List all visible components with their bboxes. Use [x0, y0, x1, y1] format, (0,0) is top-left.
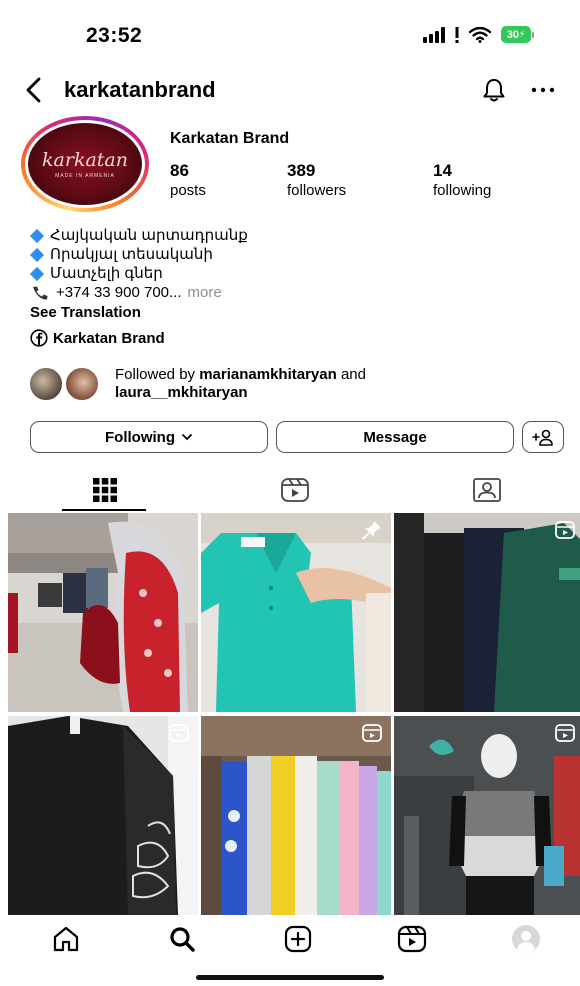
follower-avatar — [28, 366, 64, 402]
following-stat[interactable]: 14 following — [433, 161, 491, 199]
tab-tagged[interactable] — [390, 468, 580, 512]
status-time: 23:52 — [86, 24, 143, 47]
phone-number[interactable]: +374 33 900 700... — [56, 283, 182, 302]
tab-posts-grid[interactable] — [8, 468, 201, 512]
followers-stat[interactable]: 389 followers — [287, 161, 346, 199]
reel-icon — [169, 724, 189, 742]
reel-icon — [362, 724, 382, 742]
status-bar: 23:52 30 ⚡ — [0, 0, 580, 70]
post-thumbnail-santa-costume[interactable] — [8, 513, 198, 712]
following-label: following — [433, 182, 492, 199]
chevron-down-icon — [182, 434, 192, 441]
reel-icon — [555, 724, 575, 742]
posts-grid — [8, 513, 580, 915]
bottom-navigation — [0, 913, 580, 963]
follower-avatar — [64, 366, 100, 402]
display-name: Karkatan Brand — [170, 130, 290, 147]
battery-level: 30 — [506, 28, 519, 41]
blue-diamond-icon — [29, 266, 45, 281]
bio-line-text: Որակյալ տեսականի — [50, 246, 213, 263]
brand-logo: karkatan MADE IN ARMENIA — [28, 123, 142, 205]
profile-header: karkatanbrand — [0, 70, 580, 110]
bio-line: Որակյալ տեսականի — [29, 245, 248, 264]
active-tab-indicator — [62, 509, 146, 511]
facebook-link-label: Karkatan Brand — [53, 329, 165, 347]
blue-diamond-icon — [29, 247, 45, 262]
reel-icon — [555, 521, 575, 539]
wifi-icon — [469, 26, 491, 43]
following-button[interactable]: Following — [30, 421, 268, 453]
facebook-profile-link[interactable]: Karkatan Brand — [30, 329, 165, 347]
following-button-label: Following — [105, 428, 175, 446]
profile-avatar[interactable]: karkatan MADE IN ARMENIA — [21, 116, 149, 212]
suggested-users-button[interactable] — [522, 421, 564, 453]
tab-reels[interactable] — [198, 468, 391, 512]
blue-diamond-icon — [29, 228, 45, 243]
grid-icon — [92, 478, 117, 502]
more-options-icon[interactable] — [530, 76, 556, 104]
post-thumbnail-colorful-hoodies[interactable] — [201, 716, 391, 915]
see-translation-link[interactable]: See Translation — [30, 303, 248, 322]
facebook-icon — [30, 329, 48, 347]
add-person-icon — [532, 429, 553, 446]
reels-icon — [280, 478, 309, 502]
home-indicator[interactable] — [196, 975, 384, 980]
profile-tabs — [0, 468, 580, 512]
followers-label: followers — [287, 182, 347, 199]
follower-username: laura__mkhitaryan — [115, 384, 248, 401]
followed-by-section[interactable]: Followed by marianamkhitaryan and laura_… — [28, 364, 448, 404]
post-thumbnail-black-sweater[interactable] — [8, 716, 198, 915]
bio-more-link[interactable]: more — [188, 283, 222, 302]
exclamation-icon — [455, 26, 459, 43]
avatar-tagline: MADE IN ARMENIA — [55, 173, 115, 179]
followers-count: 389 — [287, 161, 316, 180]
message-button[interactable]: Message — [276, 421, 514, 453]
pin-icon — [362, 521, 381, 540]
bio-line-text: Մատչելի գներ — [50, 265, 163, 282]
bio-line: Մատչելի գներ — [29, 264, 248, 283]
bio-line: Հայկական արտադրանք — [29, 226, 248, 245]
search-icon[interactable] — [166, 923, 198, 955]
post-thumbnail-teal-polo[interactable] — [201, 513, 391, 712]
header-username: karkatanbrand — [64, 77, 216, 102]
followed-by-text: Followed by marianamkhitaryan and laura_… — [115, 366, 366, 401]
status-icons: 30 ⚡ — [423, 26, 534, 43]
post-thumbnail-dark-sweatshirts[interactable] — [394, 513, 580, 712]
battery-icon: 30 ⚡ — [501, 26, 534, 43]
follower-username: marianamkhitaryan — [199, 366, 337, 383]
bio-phone-line: +374 33 900 700... more — [30, 283, 248, 302]
bell-icon[interactable] — [480, 76, 508, 104]
following-count: 14 — [433, 161, 452, 180]
bio-line-text: Հայկական արտադրանք — [50, 227, 248, 244]
avatar-logo-text: karkatan — [42, 149, 128, 171]
message-button-label: Message — [363, 428, 427, 446]
profile-icon[interactable] — [510, 923, 542, 955]
cellular-signal-icon — [423, 26, 445, 43]
home-icon[interactable] — [50, 923, 82, 955]
post-thumbnail-kids-jacket[interactable] — [394, 716, 580, 915]
create-post-icon[interactable] — [282, 923, 314, 955]
posts-stat[interactable]: 86 posts — [170, 161, 206, 199]
posts-count: 86 — [170, 161, 189, 180]
back-arrow-icon[interactable] — [22, 76, 46, 104]
profile-bio: Հայկական արտադրանք Որակյալ տեսականի Մատչ… — [29, 226, 248, 322]
phone-icon — [33, 286, 48, 300]
posts-label: posts — [170, 182, 206, 199]
reels-nav-icon[interactable] — [396, 923, 428, 955]
tagged-icon — [472, 478, 501, 502]
